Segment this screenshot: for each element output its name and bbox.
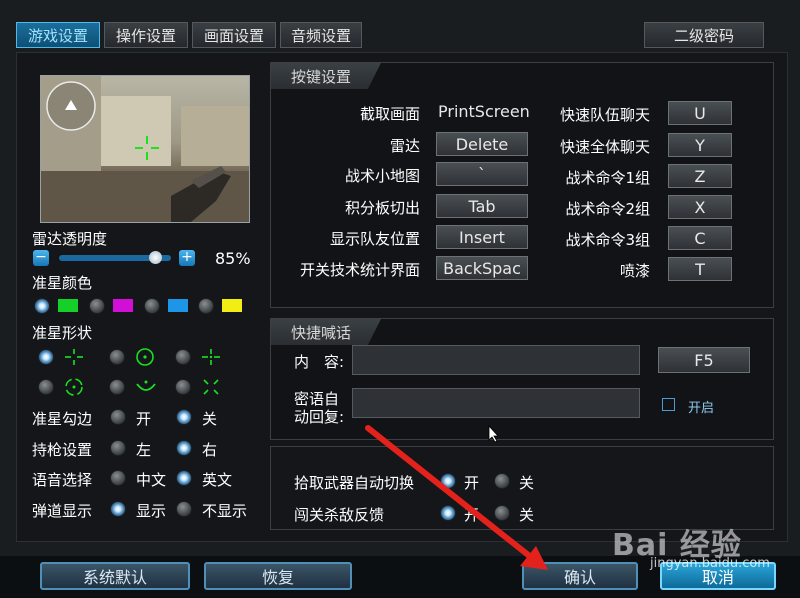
shape-radio-5[interactable] bbox=[109, 379, 125, 395]
key-button-team-chat[interactable]: U bbox=[668, 101, 732, 125]
color-radio-yellow[interactable] bbox=[198, 298, 214, 314]
auto-reply-label-2: 动回复: bbox=[294, 408, 345, 426]
key-value-screenshot[interactable]: PrintScreen bbox=[438, 102, 530, 121]
key-button-spray[interactable]: T bbox=[668, 257, 732, 281]
tab-audio[interactable]: 音频设置 bbox=[280, 22, 362, 48]
key-settings-title: 按键设置 bbox=[271, 63, 381, 89]
shape-radio-3[interactable] bbox=[175, 349, 191, 365]
annotation-arrow-icon bbox=[365, 425, 548, 570]
hand-label: 持枪设置 bbox=[32, 441, 93, 459]
outline-on-label: 开 bbox=[136, 410, 152, 428]
outline-on-radio[interactable] bbox=[110, 409, 126, 425]
system-default-button[interactable]: 系统默认 bbox=[40, 562, 190, 590]
shape-radio-1[interactable] bbox=[38, 349, 54, 365]
key-label-screenshot: 截取画面 bbox=[359, 105, 420, 123]
ballistic-hide-radio[interactable] bbox=[176, 501, 192, 517]
tab-controls[interactable]: 操作设置 bbox=[104, 22, 188, 48]
key-button-cmd2[interactable]: X bbox=[668, 195, 732, 219]
color-radio-blue[interactable] bbox=[144, 298, 160, 314]
ballistic-show-radio[interactable] bbox=[110, 501, 126, 517]
key-label-cmd1: 战术命令1组 bbox=[565, 169, 650, 187]
voice-cn-label: 中文 bbox=[136, 471, 167, 489]
crosshair-circle-dot-icon bbox=[136, 348, 154, 366]
ballistic-hide-label: 不显示 bbox=[202, 502, 248, 520]
shape-radio-6[interactable] bbox=[175, 379, 191, 395]
hand-left-radio[interactable] bbox=[110, 440, 126, 456]
crosshair-cross-dot-icon bbox=[202, 349, 220, 365]
key-label-radar: 雷达 bbox=[389, 137, 420, 155]
secondary-password-button[interactable]: 二级密码 bbox=[644, 22, 764, 48]
color-swatch-green bbox=[58, 299, 78, 312]
watermark-url: jingyan.baidu.com bbox=[650, 556, 770, 571]
auto-reply-input[interactable] bbox=[352, 388, 640, 418]
voice-label: 语音选择 bbox=[32, 471, 93, 489]
key-button-cmd1[interactable]: Z bbox=[668, 164, 732, 188]
crosshair-bracket-circle-icon bbox=[65, 378, 83, 396]
key-label-stats: 开关技术统计界面 bbox=[299, 261, 420, 279]
plus-button[interactable]: + bbox=[179, 250, 195, 266]
tab-graphics[interactable]: 画面设置 bbox=[192, 22, 276, 48]
voice-en-radio[interactable] bbox=[176, 470, 192, 486]
key-label-teammates: 显示队友位置 bbox=[329, 230, 420, 248]
outline-label: 准星勾边 bbox=[32, 410, 93, 428]
voice-en-label: 英文 bbox=[202, 471, 233, 489]
hand-right-radio[interactable] bbox=[176, 440, 192, 456]
voice-cn-radio[interactable] bbox=[110, 470, 126, 486]
chat-content-label: 内 容: bbox=[294, 353, 345, 371]
ballistic-show-label: 显示 bbox=[136, 502, 167, 520]
key-button-all-chat[interactable]: Y bbox=[668, 133, 732, 157]
outline-off-radio[interactable] bbox=[176, 409, 192, 425]
auto-reply-enable-label: 开启 bbox=[688, 401, 715, 416]
color-swatch-blue bbox=[168, 299, 188, 312]
key-button-radar[interactable]: Delete bbox=[436, 132, 528, 156]
color-radio-green[interactable] bbox=[34, 298, 50, 314]
radar-opacity-label: 雷达透明度 bbox=[32, 230, 108, 248]
ballistic-label: 弹道显示 bbox=[32, 502, 93, 520]
key-label-cmd2: 战术命令2组 bbox=[565, 200, 650, 218]
radar-preview-image bbox=[40, 75, 250, 223]
shape-radio-4[interactable] bbox=[38, 379, 54, 395]
key-label-team-chat: 快速队伍聊天 bbox=[559, 106, 650, 124]
crosshair-cross-icon bbox=[65, 349, 83, 365]
key-label-minimap: 战术小地图 bbox=[344, 167, 420, 185]
chat-content-input[interactable] bbox=[352, 345, 640, 375]
shape-radio-2[interactable] bbox=[109, 349, 125, 365]
crosshair-smile-icon bbox=[136, 380, 156, 391]
key-label-cmd3: 战术命令3组 bbox=[565, 231, 650, 249]
outline-off-label: 关 bbox=[202, 410, 218, 428]
key-label-spray: 喷漆 bbox=[619, 262, 650, 280]
key-label-all-chat: 快速全体聊天 bbox=[559, 138, 650, 156]
key-label-scoreboard: 积分板切出 bbox=[344, 199, 420, 217]
quick-chat-title: 快捷喊话 bbox=[271, 319, 381, 345]
key-button-stats[interactable]: BackSpac bbox=[436, 256, 528, 280]
auto-reply-checkbox[interactable] bbox=[662, 398, 675, 411]
slider-handle[interactable] bbox=[149, 251, 162, 264]
restore-button[interactable]: 恢复 bbox=[204, 562, 352, 590]
minus-button[interactable]: − bbox=[33, 250, 49, 266]
key-button-minimap[interactable]: ` bbox=[436, 162, 528, 186]
radar-opacity-value: 85% bbox=[215, 249, 251, 268]
tab-game-settings[interactable]: 游戏设置 bbox=[16, 22, 100, 48]
color-swatch-magenta bbox=[113, 299, 133, 312]
chat-hotkey-button[interactable]: F5 bbox=[658, 347, 750, 373]
hand-left-label: 左 bbox=[136, 441, 152, 459]
crosshair-x-icon bbox=[203, 379, 219, 395]
crosshair-color-label: 准星颜色 bbox=[32, 274, 93, 292]
hand-right-label: 右 bbox=[202, 441, 218, 459]
key-button-cmd3[interactable]: C bbox=[668, 226, 732, 250]
color-swatch-yellow bbox=[222, 299, 242, 312]
crosshair-shape-label: 准星形状 bbox=[32, 324, 93, 342]
key-button-scoreboard[interactable]: Tab bbox=[436, 194, 528, 218]
key-button-teammates[interactable]: Insert bbox=[436, 225, 528, 249]
color-radio-magenta[interactable] bbox=[89, 298, 105, 314]
